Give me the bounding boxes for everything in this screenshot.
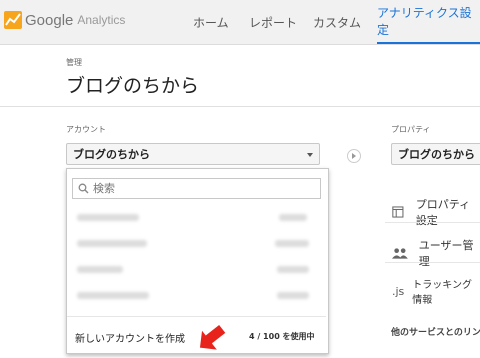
property-select-value: ブログのちから bbox=[398, 148, 475, 161]
breadcrumb: 管理 bbox=[66, 58, 82, 67]
other-services-heading: 他のサービスとのリンク bbox=[391, 328, 480, 338]
property-select[interactable]: ブログのちから bbox=[391, 143, 480, 165]
nav-custom[interactable]: カスタム bbox=[313, 0, 361, 44]
create-account-link[interactable]: 新しいアカウントを作成 bbox=[75, 330, 185, 345]
page-title: ブログのちから bbox=[66, 75, 200, 97]
search-input[interactable] bbox=[93, 182, 313, 195]
list-item[interactable] bbox=[67, 283, 326, 309]
chevron-down-icon bbox=[307, 153, 313, 157]
red-arrow-icon bbox=[199, 325, 226, 350]
search-icon bbox=[78, 183, 89, 194]
tracking-info-item[interactable]: .js トラッキング情報 bbox=[392, 276, 480, 306]
top-header: Google Analytics ホーム レポート カスタム アナリティクス設定 bbox=[0, 0, 480, 45]
column-connector bbox=[347, 149, 361, 163]
account-dropdown: 新しいアカウントを作成 4 / 100 を使用中 bbox=[66, 168, 329, 354]
list-item[interactable] bbox=[67, 205, 326, 231]
window-icon bbox=[392, 206, 404, 218]
chevron-right-icon bbox=[352, 153, 356, 159]
account-usage: 4 / 100 を使用中 bbox=[249, 332, 315, 341]
dropdown-footer: 新しいアカウントを作成 4 / 100 を使用中 bbox=[67, 316, 326, 353]
nav-home[interactable]: ホーム bbox=[193, 0, 229, 44]
nav-admin[interactable]: アナリティクス設定 bbox=[377, 0, 480, 44]
account-select[interactable]: ブログのちから bbox=[66, 143, 320, 165]
account-search[interactable] bbox=[72, 178, 321, 199]
property-label: プロパティ bbox=[391, 125, 431, 134]
property-settings-item[interactable]: プロパティ設定 bbox=[392, 196, 480, 228]
list-item[interactable] bbox=[67, 231, 326, 257]
user-management-item[interactable]: ユーザー管理 bbox=[392, 237, 480, 269]
users-icon bbox=[392, 248, 408, 259]
user-management-label: ユーザー管理 bbox=[418, 239, 474, 268]
list-item[interactable] bbox=[67, 257, 326, 283]
js-icon: .js bbox=[392, 284, 405, 298]
divider bbox=[385, 262, 480, 263]
tracking-info-label: トラッキング情報 bbox=[412, 280, 472, 306]
analytics-logo-icon bbox=[4, 11, 22, 29]
logo-analytics-text: Analytics bbox=[77, 13, 126, 27]
logo-google-text: Google bbox=[25, 11, 74, 29]
property-settings-label: プロパティ設定 bbox=[415, 198, 471, 227]
divider bbox=[385, 222, 480, 223]
account-select-value: ブログのちから bbox=[73, 148, 150, 161]
analytics-logo[interactable]: Google Analytics bbox=[4, 9, 125, 31]
account-label: アカウント bbox=[66, 125, 106, 134]
nav-report[interactable]: レポート bbox=[249, 0, 297, 44]
